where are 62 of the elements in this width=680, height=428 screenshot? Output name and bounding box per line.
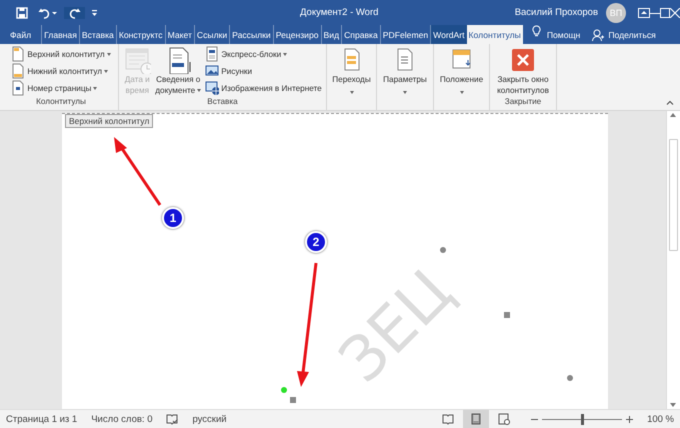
caret-icon (104, 70, 108, 72)
caret-icon (350, 91, 354, 94)
proofing-book-icon[interactable] (166, 414, 178, 424)
zoom-in-button[interactable] (626, 416, 634, 422)
tell-me-button[interactable]: Помощн (544, 25, 584, 44)
print-layout-icon (470, 413, 482, 425)
ribbon-display-icon[interactable] (638, 8, 650, 18)
ribbon-button[interactable]: Рисунки (204, 63, 323, 79)
ribbon-button[interactable]: Нижний колонтитул (10, 63, 112, 79)
selection-handle (567, 375, 573, 381)
page-icon (11, 80, 26, 96)
redo-icon[interactable] (64, 6, 85, 18)
ribbon-button[interactable]: Положение (438, 46, 484, 97)
ribbon-button[interactable]: Параметры (382, 46, 428, 97)
ribbon-button[interactable]: Сведения о документе (154, 46, 202, 97)
collapse-caret-icon[interactable] (666, 100, 674, 105)
selection-handle (504, 312, 510, 318)
page-icon (11, 63, 26, 79)
ribbon-button[interactable]: Верхний колонтитул (10, 46, 112, 62)
language[interactable]: русский (192, 414, 227, 424)
zoom-level[interactable]: 100 % (647, 414, 674, 424)
ribbon-button[interactable]: Закрыть окно колонтитулов (496, 46, 550, 97)
group-label: Вставка (206, 97, 239, 108)
scroll-up-icon[interactable] (670, 113, 676, 117)
user-name: Василий Прохоров (514, 7, 598, 18)
view-button[interactable] (463, 410, 490, 428)
read-mode-icon (442, 413, 454, 425)
calendar-clock-icon (123, 46, 152, 74)
selection-handle (290, 397, 296, 403)
person-icon (592, 28, 604, 40)
caret-icon (106, 52, 111, 56)
group-label: Колонтитулы (35, 97, 87, 108)
ribbon-button[interactable]: Переходы (331, 46, 372, 97)
caret-icon (93, 86, 98, 90)
page-count[interactable]: Страница 1 из 1 (6, 414, 78, 424)
caret-icon (403, 91, 407, 94)
plus-icon (626, 416, 634, 422)
window-title: Документ2 - Word (300, 7, 378, 18)
maximize-icon[interactable] (660, 8, 670, 18)
ribbon-button[interactable]: Изображения в Интернете (204, 80, 323, 96)
caret-icon (197, 89, 202, 92)
caret-icon (283, 52, 288, 56)
ribbon-button[interactable]: Номер страницы (10, 80, 112, 96)
scroll-thumb[interactable] (669, 139, 678, 251)
web-layout-icon (498, 413, 510, 425)
header-label: Верхний колонтитул (65, 114, 154, 128)
ribbon-tab[interactable]: Колонтитулы (466, 25, 523, 44)
close-icon[interactable] (670, 8, 680, 18)
ribbon-tab[interactable]: WordArt (430, 25, 467, 44)
zoom-slider-thumb[interactable] (581, 414, 584, 424)
online-pictures-icon (205, 80, 220, 96)
scrollbar[interactable] (666, 111, 680, 409)
arrow (114, 137, 162, 206)
share-button[interactable]: Поделиться (589, 25, 659, 44)
ribbon-tab[interactable]: Файл (8, 25, 42, 44)
rotation-handle[interactable] (281, 387, 287, 393)
group-label: Закрытие (504, 97, 542, 108)
scroll-down-icon[interactable] (670, 403, 676, 407)
selection-handle (440, 247, 446, 253)
caret-icon (460, 91, 464, 94)
ribbon-button[interactable]: Экспресс-блоки (204, 46, 323, 62)
word-count[interactable]: Число слов: 0 (91, 414, 152, 424)
